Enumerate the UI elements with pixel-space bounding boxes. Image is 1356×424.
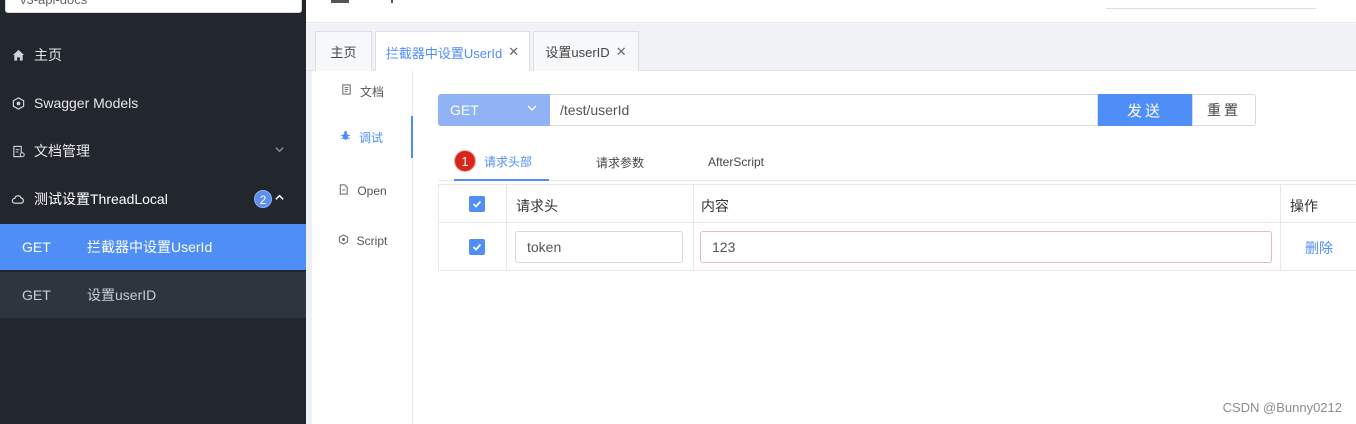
side-tab-document[interactable]: 文档 — [312, 66, 413, 116]
sidebar-api-item-set-userid[interactable]: GET 设置userID — [0, 272, 306, 318]
chevron-down-icon — [526, 102, 538, 117]
column-header-action: 操作 — [1290, 198, 1318, 214]
sidebar-item-label: Swagger Models — [34, 95, 139, 111]
table-header-row: 请求头 内容 操作 — [439, 185, 1356, 223]
reset-button[interactable]: 重置 — [1192, 94, 1256, 126]
column-header-key: 请求头 — [516, 198, 558, 214]
side-tab-script[interactable]: Script — [312, 216, 413, 266]
side-tab-label: Script — [356, 234, 388, 248]
page-tab-strip: 主页 拦截器中设置UserId ✕ 设置userID ✕ — [306, 24, 1356, 72]
side-tab-open[interactable]: Open — [312, 166, 413, 216]
tab-label: 设置userID — [545, 45, 610, 60]
top-header — [306, 0, 1356, 23]
headers-table: 请求头 内容 操作 token 123 删除 — [438, 184, 1356, 271]
sidebar-item-label: 测试设置ThreadLocal — [34, 191, 168, 207]
checkmark-icon — [472, 243, 482, 251]
side-tab-label: 调试 — [358, 130, 383, 145]
sidebar-api-item-interceptor-set-userid[interactable]: GET 拦截器中设置UserId — [0, 224, 306, 270]
chevron-down-icon — [274, 144, 288, 158]
send-button[interactable]: 发送 — [1098, 94, 1192, 126]
count-badge: 2 — [254, 190, 272, 208]
doc-settings-icon — [11, 144, 25, 158]
http-method-select[interactable]: GET — [438, 94, 550, 126]
checkmark-icon — [472, 200, 482, 208]
code-icon — [338, 234, 349, 248]
chevron-up-icon — [274, 192, 288, 206]
side-tab-label: 文档 — [359, 84, 384, 99]
tab-home[interactable]: 主页 — [315, 31, 372, 71]
table-row: token 123 删除 — [439, 223, 1356, 271]
select-all-checkbox[interactable] — [469, 196, 485, 212]
tab-set-userid[interactable]: 设置userID ✕ — [533, 31, 639, 71]
side-tab-debug[interactable]: 调试 — [312, 116, 413, 158]
header-search-underline — [1106, 8, 1316, 9]
document-icon — [341, 84, 352, 98]
main-content: 文档 调试 Open Script GET /test/userId 发送 重置… — [306, 71, 1356, 424]
sidebar-item-swagger-models[interactable]: Swagger Models — [0, 79, 306, 127]
sidebar-item-label: 文档管理 — [34, 143, 90, 159]
side-tab-label: Open — [357, 184, 387, 198]
sidebar-item-doc-management[interactable]: 文档管理 — [0, 127, 306, 175]
tab-label: 请求头部 — [484, 154, 533, 169]
watermark: CSDN @Bunny0212 — [1222, 400, 1342, 415]
http-method-label: GET — [22, 287, 51, 303]
sidebar-item-home[interactable]: 主页 — [0, 31, 306, 79]
header-glyph — [391, 0, 393, 3]
swagger-icon — [11, 96, 25, 110]
count-badge: 1 — [454, 150, 476, 172]
cloud-icon — [11, 192, 25, 206]
http-method-value: GET — [450, 102, 479, 118]
tab-label: 请求参数 — [596, 155, 645, 170]
row-checkbox[interactable] — [469, 239, 485, 255]
column-header-value: 内容 — [701, 198, 729, 214]
sidebar: v3-api-docs 主页 Swagger Models 文档管理 测试设置T… — [0, 0, 306, 424]
header-value-input[interactable]: 123 — [700, 231, 1272, 263]
home-icon — [11, 48, 25, 62]
api-item-label: 拦截器中设置UserId — [87, 239, 213, 255]
api-side-tabs: 文档 调试 Open Script — [312, 71, 413, 424]
request-url-input[interactable]: /test/userId — [550, 94, 1098, 126]
delete-row-link[interactable]: 删除 — [1305, 238, 1333, 258]
http-method-label: GET — [22, 239, 51, 255]
api-group-select-value: v3-api-docs — [20, 0, 87, 7]
header-key-input[interactable]: token — [515, 231, 683, 263]
tab-label: AfterScript — [708, 155, 765, 169]
sidebar-item-label: 主页 — [34, 47, 62, 63]
close-icon[interactable]: ✕ — [616, 44, 627, 60]
tab-label: 主页 — [330, 45, 357, 60]
bug-icon — [340, 130, 351, 144]
sidebar-item-test-threadlocal[interactable]: 测试设置ThreadLocal 2 — [0, 175, 306, 223]
tab-request-params[interactable]: 请求参数 — [596, 143, 644, 181]
request-bar: GET /test/userId 发送 重置 — [438, 94, 1256, 126]
tab-label: 拦截器中设置UserId — [385, 45, 503, 61]
api-item-label: 设置userID — [87, 287, 157, 303]
api-group-select[interactable]: v3-api-docs — [5, 0, 302, 13]
menu-toggle-icon[interactable] — [331, 0, 349, 3]
tab-request-headers[interactable]: 1 请求头部 — [454, 143, 549, 181]
tab-afterscript[interactable]: AfterScript — [708, 143, 764, 181]
file-icon — [338, 184, 349, 198]
close-icon[interactable]: ✕ — [508, 44, 519, 60]
debug-sub-tabs: 1 请求头部 请求参数 AfterScript — [438, 143, 1356, 181]
